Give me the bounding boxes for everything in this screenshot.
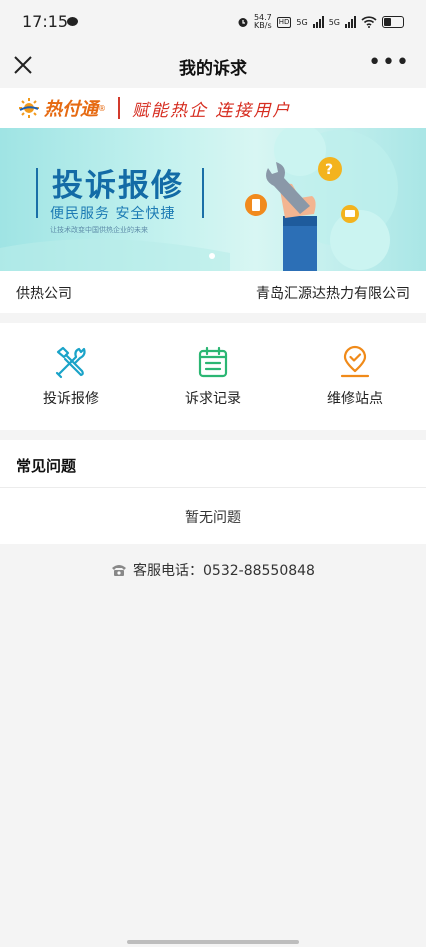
request-history-button[interactable]: 诉求记录: [142, 323, 284, 430]
faq-section: 常见问题 暂无问题: [0, 440, 426, 544]
tools-icon: [55, 346, 86, 379]
home-indicator[interactable]: [127, 940, 299, 944]
notification-dot-icon: [67, 17, 78, 26]
faq-empty-text: 暂无问题: [185, 510, 241, 526]
brand-slogan: 赋能热企 连接用户: [132, 100, 292, 121]
brand-header: 热付通 ® 赋能热企 连接用户: [0, 88, 426, 128]
company-name: 青岛汇源达热力有限公司: [256, 286, 410, 302]
faq-divider: [0, 487, 426, 488]
registered-mark: ®: [98, 103, 106, 113]
action-grid: 投诉报修 诉求记录 维修站点: [0, 323, 426, 430]
sun-logo-icon: [19, 98, 39, 118]
repair-station-button[interactable]: 维修站点: [284, 323, 426, 430]
hd-badge: HD: [276, 16, 292, 28]
complaint-repair-label: 投诉报修: [43, 391, 99, 407]
sim1-label: 5G: [296, 17, 308, 27]
page-title: 我的诉求: [179, 59, 247, 79]
hotline-label: 客服电话：: [133, 563, 204, 579]
complaint-banner: ? 投诉报修 便民服务 安全快捷 让技术改变中国供热企业的未来: [0, 128, 426, 271]
status-indicators: 54.7 KB/s HD 5G 5G: [237, 12, 404, 32]
more-options-icon[interactable]: •••: [368, 52, 410, 74]
nav-bar: 我的诉求 •••: [0, 44, 426, 88]
banner-title: 投诉报修: [52, 168, 184, 204]
company-label: 供热公司: [16, 286, 72, 302]
wifi-icon: [361, 16, 377, 28]
sim2-label: 5G: [328, 17, 340, 27]
status-bar: 17:15 54.7 KB/s HD 5G 5G: [0, 0, 426, 44]
battery-icon: [382, 16, 404, 28]
hotline-number[interactable]: 0532-88550848: [203, 563, 315, 579]
phone-icon: [112, 565, 127, 576]
calendar-list-icon: [198, 346, 228, 378]
status-time: 17:15: [22, 12, 69, 31]
customer-service-hotline[interactable]: 客服电话：0532-88550848: [0, 560, 426, 580]
heating-company-row: 供热公司 青岛汇源达热力有限公司: [0, 271, 426, 313]
faq-heading: 常见问题: [16, 457, 77, 475]
complaint-repair-button[interactable]: 投诉报修: [0, 323, 142, 430]
signal-2-icon: [345, 16, 356, 28]
repair-station-label: 维修站点: [327, 391, 383, 407]
signal-1-icon: [312, 16, 324, 28]
banner-tagline: 让技术改变中国供热企业的未来: [50, 226, 148, 234]
request-history-label: 诉求记录: [185, 391, 241, 407]
banner-subtitle: 便民服务 安全快捷: [50, 206, 176, 222]
location-pin-icon: [340, 345, 370, 378]
alarm-icon: [238, 18, 248, 27]
svg-text:?: ?: [325, 162, 333, 178]
brand-name: 热付通: [44, 99, 98, 120]
net-speed: 54.7 KB/s: [254, 14, 272, 30]
net-speed-unit: KB/s: [254, 21, 272, 30]
brand-divider: [118, 97, 120, 119]
